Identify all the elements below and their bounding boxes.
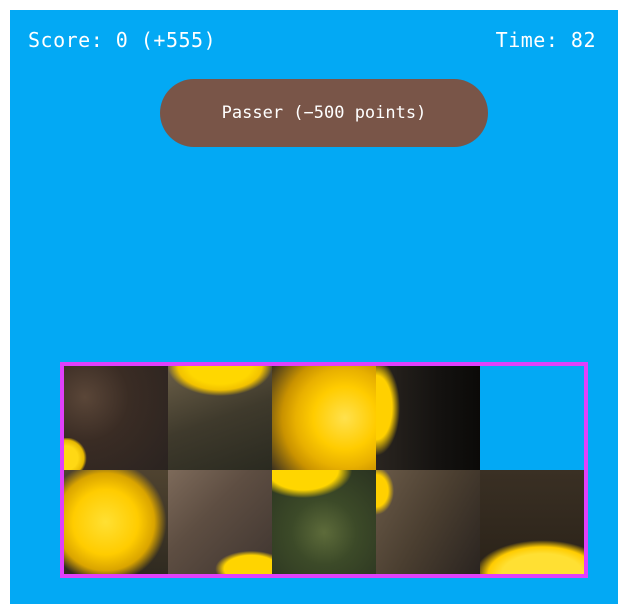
score-display: Score: 0 (+555) [28, 28, 217, 52]
skip-button[interactable]: Passer (−500 points) [160, 79, 488, 147]
puzzle-tile[interactable] [272, 470, 376, 574]
puzzle-tile[interactable] [168, 366, 272, 470]
puzzle-tile[interactable] [480, 470, 584, 574]
puzzle-board [60, 362, 588, 578]
puzzle-tile[interactable] [376, 470, 480, 574]
puzzle-tile[interactable] [64, 366, 168, 470]
empty-tile-slot[interactable] [480, 366, 584, 470]
puzzle-tile[interactable] [64, 470, 168, 574]
puzzle-tile[interactable] [376, 366, 480, 470]
puzzle-tile[interactable] [168, 470, 272, 574]
game-stage: Score: 0 (+555) Time: 82 Passer (−500 po… [10, 10, 618, 604]
puzzle-tile[interactable] [272, 366, 376, 470]
time-display: Time: 82 [495, 28, 596, 52]
